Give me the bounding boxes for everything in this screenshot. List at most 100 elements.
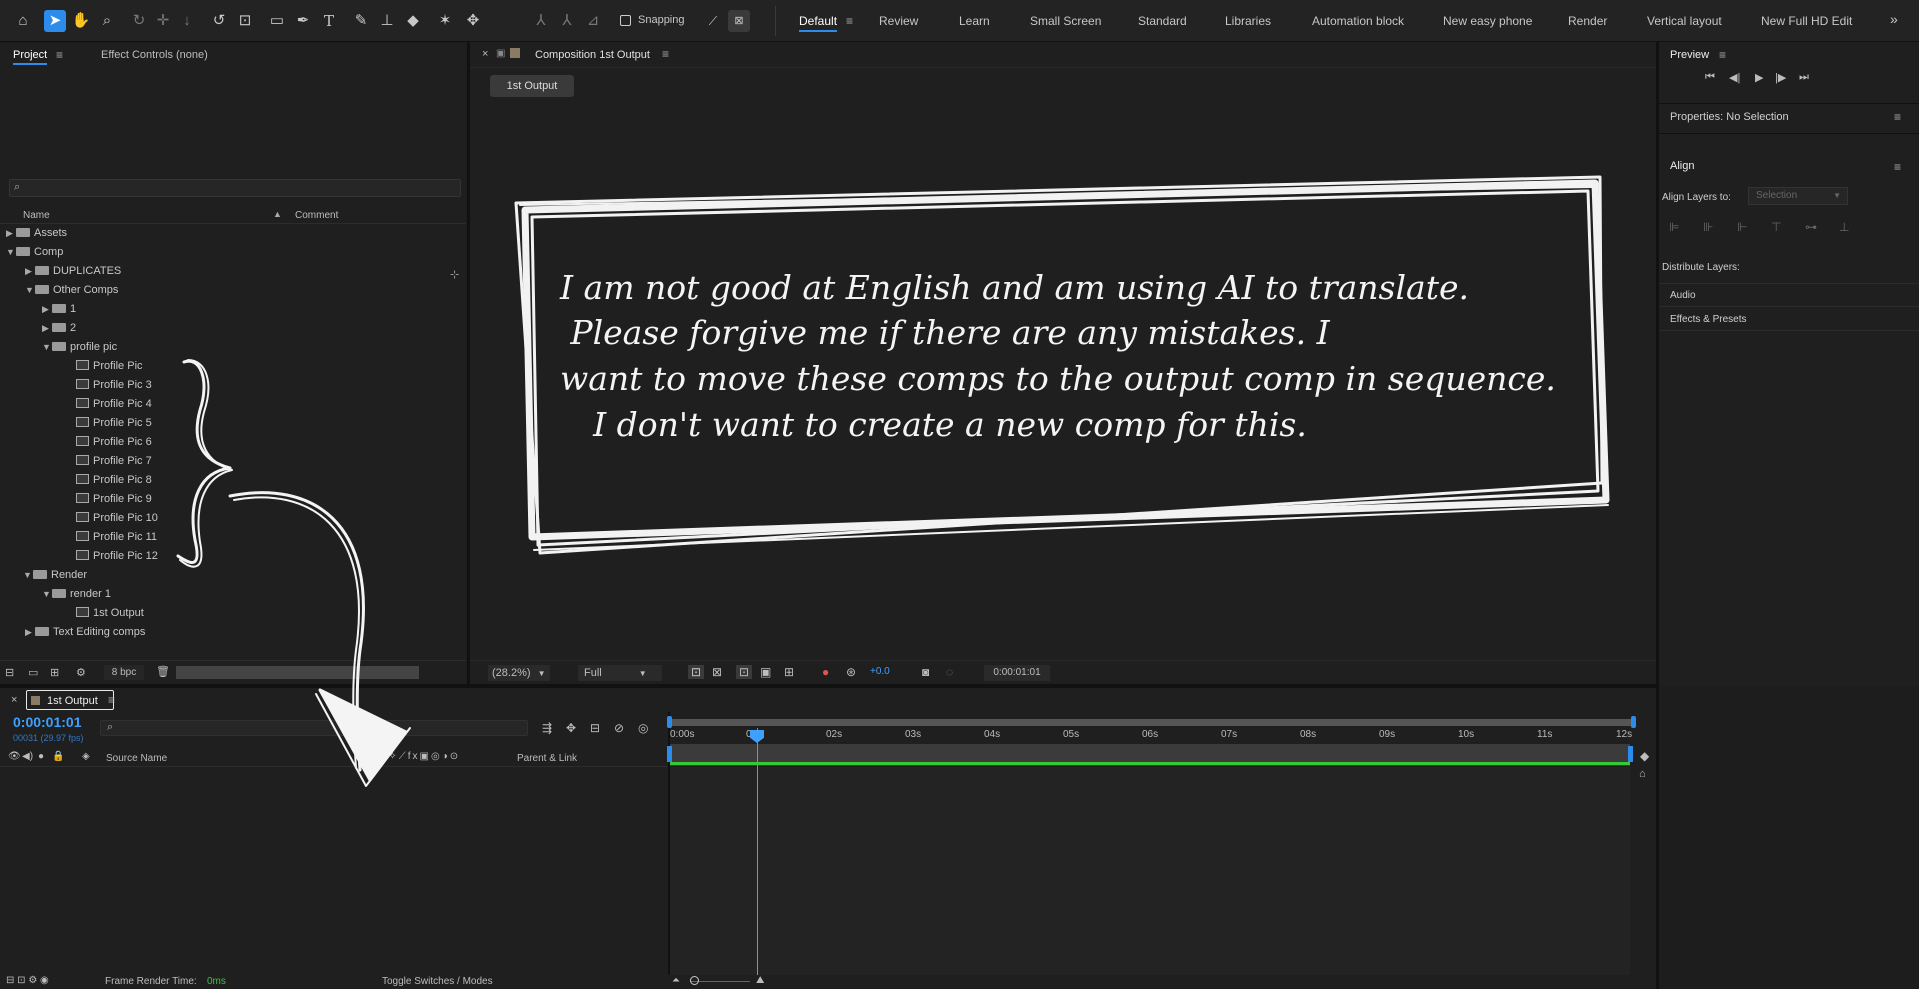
list-item[interactable]: Profile Pic 4 — [76, 395, 152, 414]
list-item[interactable]: ▶ 1 — [42, 300, 76, 319]
workspace-automation-block[interactable]: Automation block — [1312, 14, 1404, 28]
toggle-switches-modes[interactable]: Toggle Switches / Modes — [382, 976, 493, 987]
list-item[interactable]: Profile Pic 5 — [76, 414, 152, 433]
lock-toggle-icon[interactable]: 🔒 — [52, 751, 64, 762]
draft-3d-icon[interactable]: ✥ — [566, 721, 576, 735]
workspace-small-screen[interactable]: Small Screen — [1030, 14, 1101, 28]
list-item[interactable]: ▼ Comp — [6, 243, 63, 262]
snapshot-icon[interactable]: ◙ — [922, 665, 929, 679]
exposure-value[interactable]: +0.0 — [870, 666, 890, 677]
axis-view-icon[interactable]: ⊿ — [582, 10, 604, 32]
align-bottom-icon[interactable]: ⊥ — [1839, 220, 1849, 234]
graph-editor-icon[interactable]: ◎ — [638, 721, 648, 735]
hand-tool-icon[interactable]: ✋ — [70, 10, 92, 32]
axis-local-icon[interactable]: ⅄ — [530, 10, 552, 32]
list-item[interactable]: Profile Pic 12 — [76, 547, 158, 566]
new-folder-icon[interactable]: ▭ — [28, 666, 38, 679]
timeline-zoom-slider[interactable] — [690, 981, 750, 982]
list-item[interactable]: Profile Pic 10 — [76, 509, 158, 528]
list-item[interactable]: Profile Pic 6 — [76, 433, 152, 452]
adjust-settings-icon[interactable]: ⚙ — [76, 666, 86, 679]
region-of-interest-icon[interactable]: ▣ — [760, 665, 771, 679]
snap-features-icon[interactable]: ⊠ — [728, 10, 750, 32]
workspace-standard[interactable]: Standard — [1138, 14, 1187, 28]
col-source-name[interactable]: Source Name — [106, 753, 167, 764]
list-item[interactable]: ▼ profile pic — [42, 338, 117, 357]
transparency-grid-icon[interactable]: ⊠ — [712, 665, 722, 679]
grid-guides-icon[interactable]: ⊞ — [784, 665, 794, 679]
align-vertical-center-icon[interactable]: ⊶ — [1805, 220, 1817, 234]
workspace-menu-icon[interactable]: ≡ — [846, 14, 853, 28]
workspace-default[interactable]: Default — [799, 14, 838, 32]
list-item[interactable]: Profile Pic 9 — [76, 490, 152, 509]
pan-behind-icon[interactable]: ⊡ — [234, 10, 256, 32]
fast-previews-icon[interactable]: ⊡ — [688, 665, 704, 679]
zoom-in-icon[interactable]: ⛰ — [756, 975, 764, 986]
project-search-input[interactable]: ⌕ — [9, 179, 461, 197]
interpret-footage-icon[interactable]: ⊟ — [5, 666, 14, 679]
trash-icon[interactable]: 🗑 — [156, 665, 170, 678]
list-item[interactable]: 1st Output — [76, 604, 144, 623]
breadcrumb[interactable]: 1st Output — [490, 75, 574, 97]
align-top-icon[interactable]: ⊤ — [1771, 220, 1781, 234]
list-item[interactable]: Profile Pic 8 — [76, 471, 152, 490]
show-snapshot-icon[interactable]: ◌ — [946, 665, 953, 679]
properties-menu-icon[interactable]: ≡ — [1894, 110, 1901, 124]
orbit-camera-icon[interactable]: ↻ — [128, 10, 150, 32]
color-management-icon[interactable]: ⊛ — [846, 665, 856, 679]
next-frame-icon[interactable]: |▶ — [1775, 71, 1786, 84]
project-menu-icon[interactable]: ≡ — [56, 48, 63, 62]
close-icon[interactable]: × — [482, 48, 488, 60]
tab-project[interactable]: Project — [13, 49, 48, 65]
workspace-learn[interactable]: Learn — [959, 14, 990, 28]
color-channels-icon[interactable]: ● — [822, 665, 829, 679]
align-horizontal-center-icon[interactable]: ⊪ — [1703, 220, 1713, 234]
expand-panes-icons[interactable]: ⊟ ⊡ ⚙ ◉ — [6, 975, 49, 986]
motion-blur-icon[interactable]: ⊘ — [614, 721, 624, 735]
list-item[interactable]: Profile Pic 3 — [76, 376, 152, 395]
list-item[interactable]: ▼ render 1 — [42, 585, 111, 604]
time-navigator[interactable] — [667, 712, 1650, 728]
type-tool-icon[interactable]: T — [318, 10, 340, 32]
timeline-menu-icon[interactable]: ≡ — [108, 693, 115, 707]
first-frame-icon[interactable]: ⏮ — [1705, 71, 1715, 84]
composition-flowchart-icon[interactable]: ⇶ — [542, 721, 552, 735]
flowchart-icon[interactable]: ⊹ — [450, 268, 459, 281]
align-left-icon[interactable]: ⊫ — [1669, 220, 1679, 234]
bpc-button[interactable]: 8 bpc — [104, 665, 144, 680]
list-item[interactable]: Profile Pic — [76, 357, 143, 376]
col-name[interactable]: Name — [23, 210, 50, 221]
col-parent-link[interactable]: Parent & Link — [517, 753, 577, 764]
workspace-new-easy-phone[interactable]: New easy phone — [1443, 14, 1532, 28]
audio-toggle-icon[interactable]: ◀) — [22, 751, 33, 762]
list-item[interactable]: ▶ 2 — [42, 319, 76, 338]
col-comment[interactable]: Comment — [295, 210, 338, 221]
rectangle-tool-icon[interactable]: ▭ — [266, 10, 288, 32]
resolution-dropdown[interactable]: Full ▼ — [578, 665, 662, 681]
audio-panel[interactable]: Audio — [1659, 283, 1919, 307]
list-item[interactable]: Profile Pic 11 — [76, 528, 157, 547]
pen-tool-icon[interactable]: ✒ — [292, 10, 314, 32]
snap-edges-icon[interactable]: ⟋ — [702, 10, 724, 32]
close-icon[interactable]: × — [11, 694, 17, 706]
composition-tab-title[interactable]: Composition 1st Output — [535, 49, 650, 61]
preview-menu-icon[interactable]: ≡ — [1719, 48, 1726, 62]
workspace-overflow-icon[interactable]: » — [1890, 11, 1898, 27]
sort-asc-icon[interactable]: ▲ — [273, 209, 282, 219]
work-area-bar[interactable] — [667, 744, 1633, 766]
rotation-tool-icon[interactable]: ↺ — [208, 10, 230, 32]
viewer-timecode[interactable]: 0:00:01:01 — [984, 665, 1050, 681]
home-icon[interactable]: ⌂ — [12, 10, 34, 32]
brush-tool-icon[interactable]: ✎ — [350, 10, 372, 32]
play-icon[interactable]: ▶ — [1755, 71, 1763, 84]
composition-menu-icon[interactable]: ≡ — [662, 47, 669, 61]
new-comp-icon[interactable]: ⊞ — [50, 666, 59, 679]
list-item[interactable]: Profile Pic 7 — [76, 452, 152, 471]
workspace-vertical-layout[interactable]: Vertical layout — [1647, 14, 1722, 28]
previous-frame-icon[interactable]: ◀| — [1729, 71, 1740, 84]
align-to-dropdown[interactable]: Selection ▼ — [1748, 187, 1848, 205]
zoom-out-icon[interactable]: ⏶ — [672, 975, 680, 986]
list-item[interactable]: ▼ Other Comps — [25, 281, 118, 300]
workspace-libraries[interactable]: Libraries — [1225, 14, 1271, 28]
playhead-line[interactable] — [757, 728, 758, 977]
